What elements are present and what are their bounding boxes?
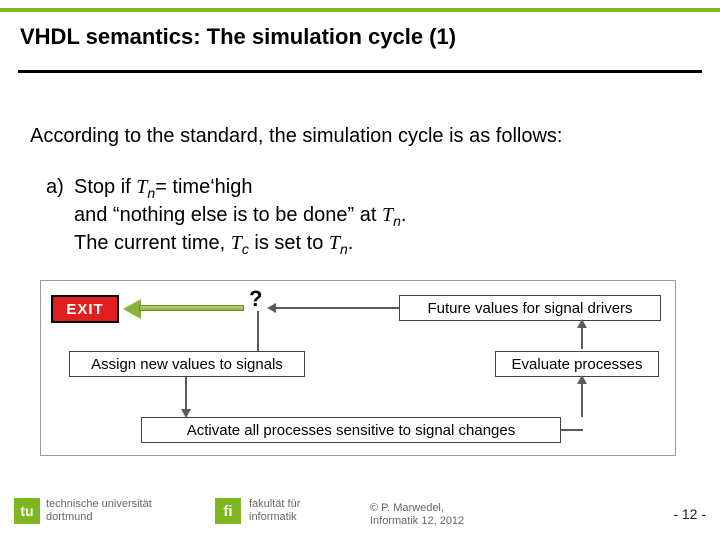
footer: tu technische universität dortmund fi fa…: [0, 492, 720, 540]
sub-c: c: [242, 241, 249, 257]
txt: .: [401, 204, 407, 226]
exit-box: EXIT: [51, 295, 119, 323]
copy-line2: Informatik 12, 2012: [370, 515, 464, 528]
node-activate: Activate all processes sensitive to sign…: [141, 417, 561, 443]
fi-logo: fi fakultät für informatik: [215, 498, 300, 524]
node-label: Evaluate processes: [512, 356, 643, 373]
sub-n: n: [393, 213, 401, 229]
accent-bar: [0, 8, 720, 12]
fi-logo-square: fi: [215, 498, 241, 524]
txt: Stop if: [74, 176, 136, 198]
var-tn: T: [382, 204, 393, 226]
node-future: Future values for signal drivers: [399, 295, 661, 321]
slide-title: VHDL semantics: The simulation cycle (1): [20, 24, 456, 50]
item-marker: a): [46, 175, 74, 201]
txt: = time‘high: [155, 176, 252, 198]
tu-logo: tu technische universität dortmund: [14, 498, 152, 524]
decision-q: ?: [249, 286, 262, 312]
intro-text: According to the standard, the simulatio…: [30, 125, 562, 148]
txt: The current time,: [74, 232, 231, 254]
arrow-exit-body: [139, 305, 244, 311]
txt: .: [348, 232, 354, 254]
title-underline: [18, 70, 702, 73]
fi-line1: fakultät für: [249, 498, 300, 511]
node-label: Future values for signal drivers: [427, 300, 632, 317]
line-q-future: [271, 307, 399, 309]
fi-line2: informatik: [249, 511, 300, 524]
node-evaluate: Evaluate processes: [495, 351, 659, 377]
item-body: Stop if Tn = time‘high and “nothing else …: [74, 175, 654, 259]
arrowhead-from-future: [267, 303, 276, 313]
arrowhead-evaluate-up: [577, 375, 587, 384]
var-tn: T: [329, 232, 340, 254]
line-q-down: [257, 311, 259, 353]
tu-logo-square: tu: [14, 498, 40, 524]
cycle-diagram: EXIT ? Future values for signal drivers …: [40, 280, 676, 456]
node-label: Assign new values to signals: [91, 356, 283, 373]
txt: is set to: [249, 232, 329, 254]
node-label: Activate all processes sensitive to sign…: [187, 422, 516, 439]
list-item-a: a) Stop if Tn = time‘high and “nothing el…: [46, 175, 686, 259]
node-assign: Assign new values to signals: [69, 351, 305, 377]
tu-line2: dortmund: [46, 511, 152, 524]
sub-n: n: [340, 241, 348, 257]
line-assign-down: [185, 377, 187, 411]
tu-line1: technische universität: [46, 498, 152, 511]
fi-text: fakultät für informatik: [249, 498, 300, 523]
copyright: © P. Marwedel, Informatik 12, 2012: [370, 502, 464, 528]
line-activate-right: [561, 429, 583, 431]
var-tc: T: [231, 232, 242, 254]
var-tn: T: [136, 176, 147, 198]
txt: and “nothing else is to be done” at: [74, 204, 382, 226]
copy-line1: © P. Marwedel,: [370, 502, 464, 515]
tu-text: technische universität dortmund: [46, 498, 152, 523]
arrowhead-future-up: [577, 319, 587, 328]
page-number: - 12 -: [673, 506, 706, 522]
